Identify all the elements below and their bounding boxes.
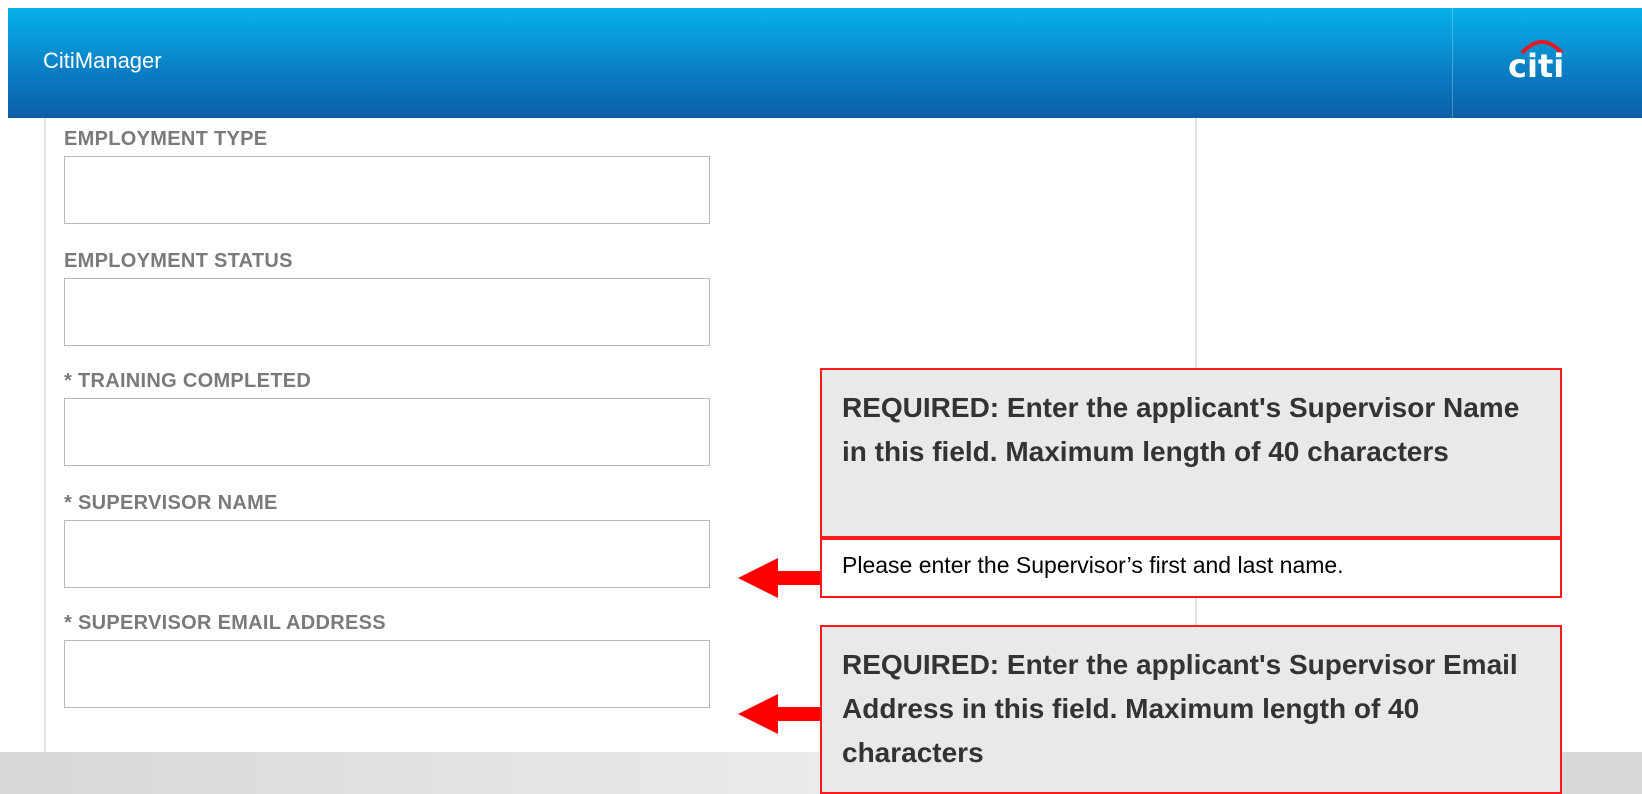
employment-status-input[interactable]: [64, 278, 710, 346]
employment-status-label: EMPLOYMENT STATUS: [64, 250, 293, 272]
arrow-left-icon: [738, 558, 820, 598]
left-border: [44, 118, 46, 752]
employment-type-label: EMPLOYMENT TYPE: [64, 128, 268, 150]
citi-logo: citi: [1508, 37, 1588, 87]
supervisor-email-label: * SUPERVISOR EMAIL ADDRESS: [64, 612, 386, 634]
supervisor-email-input[interactable]: [64, 640, 710, 708]
header-divider: [1452, 8, 1453, 118]
supervisor-name-input[interactable]: [64, 520, 710, 588]
citi-logo-text: citi: [1508, 47, 1565, 85]
supervisor-email-tooltip: REQUIRED: Enter the applicant's Supervis…: [820, 625, 1562, 794]
supervisor-name-note: Please enter the Supervisor’s first and …: [820, 538, 1562, 598]
training-completed-label: * TRAINING COMPLETED: [64, 370, 312, 392]
supervisor-name-tooltip: REQUIRED: Enter the applicant's Supervis…: [820, 368, 1562, 538]
arrow-left-icon: [738, 694, 820, 734]
app-header: CitiManager citi: [8, 8, 1642, 118]
supervisor-name-label: * SUPERVISOR NAME: [64, 492, 278, 514]
app-title: CitiManager: [43, 48, 162, 73]
employment-type-input[interactable]: [64, 156, 710, 224]
training-completed-input[interactable]: [64, 398, 710, 466]
